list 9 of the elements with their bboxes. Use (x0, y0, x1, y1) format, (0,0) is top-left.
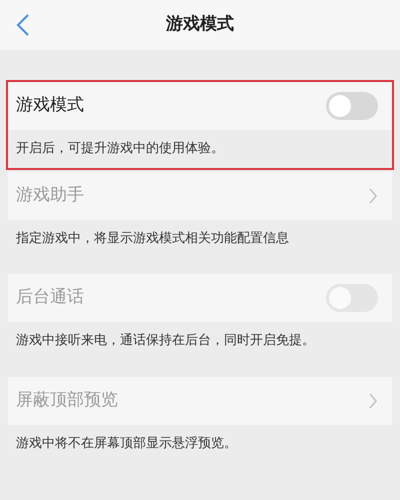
setting-row[interactable]: 游戏模式 (8, 82, 392, 130)
setting-title: 屏蔽顶部预览 (16, 388, 118, 412)
setting-title: 游戏模式 (16, 94, 84, 118)
toggle-switch[interactable] (326, 92, 378, 120)
chevron-right-icon (368, 392, 378, 408)
setting-title: 后台通话 (16, 286, 84, 310)
setting-title: 游戏助手 (16, 184, 84, 207)
page-title: 游戏模式 (166, 13, 234, 36)
chevron-right-icon (368, 188, 378, 204)
